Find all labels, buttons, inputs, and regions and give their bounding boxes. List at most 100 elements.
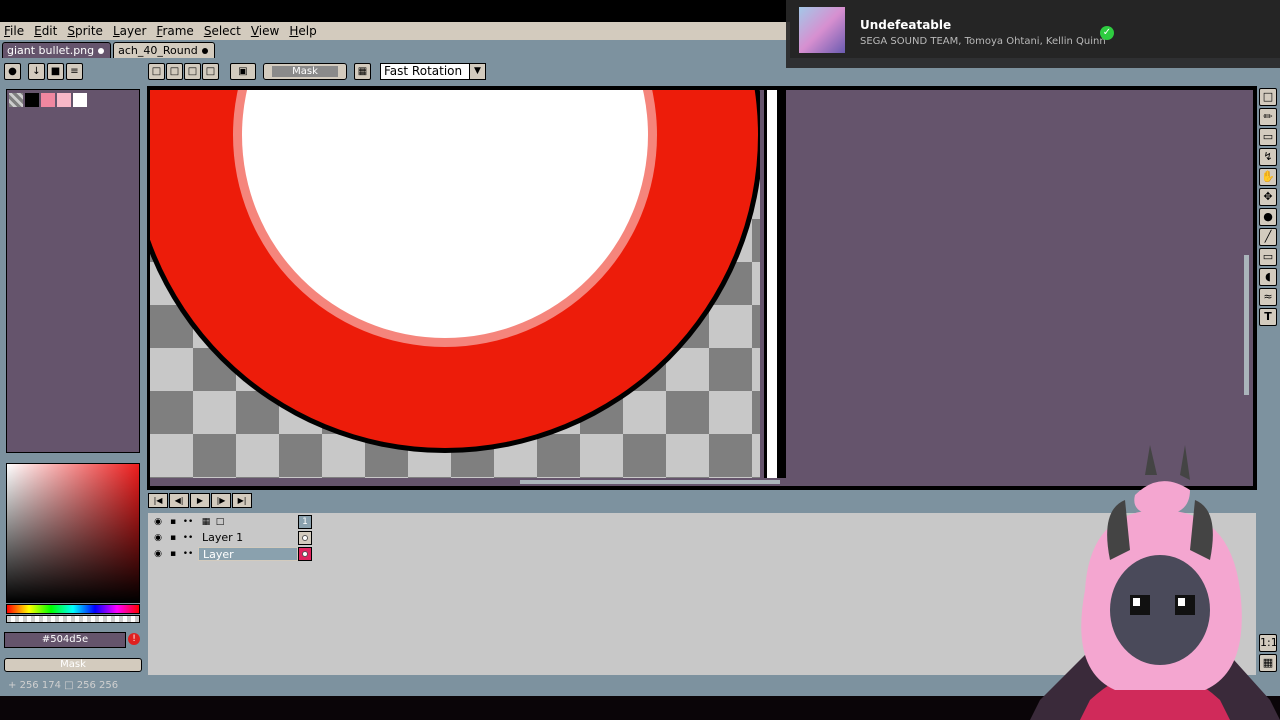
download-icon[interactable]: ↓ xyxy=(28,63,45,80)
mask-button[interactable]: Mask xyxy=(263,63,347,80)
canvas-edge-shadow xyxy=(780,90,786,478)
layer-row-selected[interactable]: ◉ ▪ •• Layer xyxy=(152,547,312,561)
lock-header-icon[interactable]: ▪ xyxy=(167,516,179,528)
tab-giant-bullet[interactable]: giant bullet.png xyxy=(2,42,112,58)
line-tool-icon[interactable]: ╱ xyxy=(1259,228,1277,246)
continuous-icon[interactable]: •• xyxy=(182,532,194,544)
next-frame-icon[interactable]: |▶ xyxy=(211,493,231,508)
layer-row[interactable]: ◉ ▪ •• Layer 1 xyxy=(152,531,312,545)
horn-left xyxy=(1107,500,1130,560)
play-icon[interactable]: ▶ xyxy=(190,493,210,508)
selection-add-icon[interactable]: □ xyxy=(166,63,183,80)
alpha-slider[interactable] xyxy=(6,615,140,623)
tab-bar: giant bullet.png ach_40_Round xyxy=(0,40,790,58)
tab-label: giant bullet.png xyxy=(7,44,95,57)
rectangle-tool-icon[interactable]: ▭ xyxy=(1259,248,1277,266)
layer-name[interactable]: Layer 1 xyxy=(198,531,298,545)
bullet-sprite xyxy=(150,90,760,453)
stop-icon[interactable]: ■ xyxy=(47,63,64,80)
album-art xyxy=(799,7,845,53)
group-header-icon[interactable]: ▦ xyxy=(200,516,212,528)
vertical-scrollbar[interactable] xyxy=(1244,255,1249,395)
eyedropper-tool-icon[interactable]: ↯ xyxy=(1259,148,1277,166)
track-title: Undefeatable xyxy=(860,18,952,32)
hue-slider[interactable] xyxy=(6,604,140,614)
selection-replace-icon[interactable]: □ xyxy=(148,63,165,80)
now-playing-overlay: Undefeatable SEGA SOUND TEAM, Tomoya Oht… xyxy=(786,0,1280,68)
menu-help[interactable]: Help xyxy=(289,23,316,39)
chibi-horn-right xyxy=(1180,445,1190,480)
contour-tool-icon[interactable]: ◖ xyxy=(1259,268,1277,286)
palette-swatch-2[interactable] xyxy=(41,93,55,107)
previous-frame-icon[interactable]: ◀| xyxy=(169,493,189,508)
last-frame-icon[interactable]: ▶| xyxy=(232,493,252,508)
menu-frame[interactable]: Frame xyxy=(156,23,193,39)
chevron-down-icon[interactable]: ▼ xyxy=(469,64,485,79)
menu-select[interactable]: Select xyxy=(204,23,241,39)
tab-ach-40-round[interactable]: ach_40_Round xyxy=(113,42,215,58)
cursor-coords: 256 174 xyxy=(19,680,61,691)
eye-icon[interactable]: ◉ xyxy=(152,532,164,544)
menu-edit[interactable]: Edit xyxy=(34,23,57,39)
rotation-algorithm-select[interactable]: Fast Rotation ▼ xyxy=(380,63,486,80)
status-readout: + 256 174 □ 256 256 xyxy=(8,680,118,691)
color-hex-field[interactable]: #504d5e xyxy=(4,632,126,648)
eye-left-highlight xyxy=(1133,598,1140,606)
lock-icon[interactable]: ▪ xyxy=(167,532,179,544)
modified-dot-icon[interactable] xyxy=(201,47,208,54)
eye-icon[interactable]: ◉ xyxy=(152,548,164,560)
palette-swatch-3[interactable] xyxy=(57,93,71,107)
palette-swatch-0[interactable] xyxy=(9,93,23,107)
frame-header[interactable]: 1 xyxy=(298,515,312,529)
lock-icon[interactable]: ● xyxy=(4,63,21,80)
eraser-tool-icon[interactable]: ▭ xyxy=(1259,128,1277,146)
layer-cel-selected[interactable] xyxy=(298,547,312,561)
modified-dot-icon[interactable] xyxy=(98,47,105,54)
continuous-icon[interactable]: •• xyxy=(182,548,194,560)
pencil-tool-icon[interactable]: ✏ xyxy=(1259,108,1277,126)
menu-layer[interactable]: Layer xyxy=(113,23,146,39)
move-tool-icon[interactable]: ✥ xyxy=(1259,188,1277,206)
blur-tool-icon[interactable]: ≈ xyxy=(1259,288,1277,306)
horizontal-scrollbar[interactable] xyxy=(520,480,780,484)
canvas-viewport[interactable] xyxy=(148,88,1255,488)
fill-tool-icon[interactable]: ● xyxy=(1259,208,1277,226)
tab-label: ach_40_Round xyxy=(118,44,198,57)
menu-bar: File Edit Sprite Layer Frame Select View… xyxy=(0,22,790,40)
selection-subtract-icon[interactable]: □ xyxy=(184,63,201,80)
continuous-header-icon[interactable]: •• xyxy=(182,516,194,528)
streamer-avatar xyxy=(1030,445,1280,720)
sprite-canvas[interactable] xyxy=(150,90,760,478)
text-tool-icon[interactable]: T xyxy=(1259,308,1277,326)
menu-view[interactable]: View xyxy=(251,23,279,39)
pivot-icon[interactable]: ▦ xyxy=(354,63,371,80)
palette-swatch-1[interactable] xyxy=(25,93,39,107)
eye-right-highlight xyxy=(1178,598,1185,606)
chibi-horn-left xyxy=(1145,445,1157,475)
list-icon[interactable]: ≡ xyxy=(66,63,83,80)
hand-tool-icon[interactable]: ✋ xyxy=(1259,168,1277,186)
selection-intersect-icon[interactable]: □ xyxy=(202,63,219,80)
onion-skin-icon[interactable]: □ xyxy=(214,516,226,528)
marquee-tool-icon[interactable]: □ xyxy=(1259,88,1277,106)
menu-file[interactable]: File xyxy=(4,23,24,39)
layer-name[interactable]: Layer xyxy=(198,547,298,561)
warning-icon[interactable]: ! xyxy=(128,633,140,645)
transform-icon[interactable]: ▣ xyxy=(230,63,256,80)
mask-color-button[interactable]: Mask xyxy=(4,658,142,672)
track-artist: SEGA SOUND TEAM, Tomoya Ohtani, Kellin Q… xyxy=(860,36,1106,47)
palette-swatch-4[interactable] xyxy=(73,93,87,107)
layer-cel[interactable] xyxy=(298,531,312,545)
visibility-header-icon[interactable]: ◉ xyxy=(152,516,164,528)
sprite-size: 256 256 xyxy=(76,680,119,691)
first-frame-icon[interactable]: |◀ xyxy=(148,493,168,508)
menu-sprite[interactable]: Sprite xyxy=(67,23,103,39)
selection-size-icon: □ xyxy=(64,680,74,691)
color-saturation-field[interactable] xyxy=(6,463,140,603)
palette-panel xyxy=(6,89,140,453)
lock-icon[interactable]: ▪ xyxy=(167,548,179,560)
chibi-head xyxy=(1134,481,1190,515)
layer-header-row: ◉ ▪ •• ▦ □ 1 xyxy=(152,515,312,529)
horn-right xyxy=(1190,500,1213,560)
crosshair-icon: + xyxy=(8,680,17,691)
